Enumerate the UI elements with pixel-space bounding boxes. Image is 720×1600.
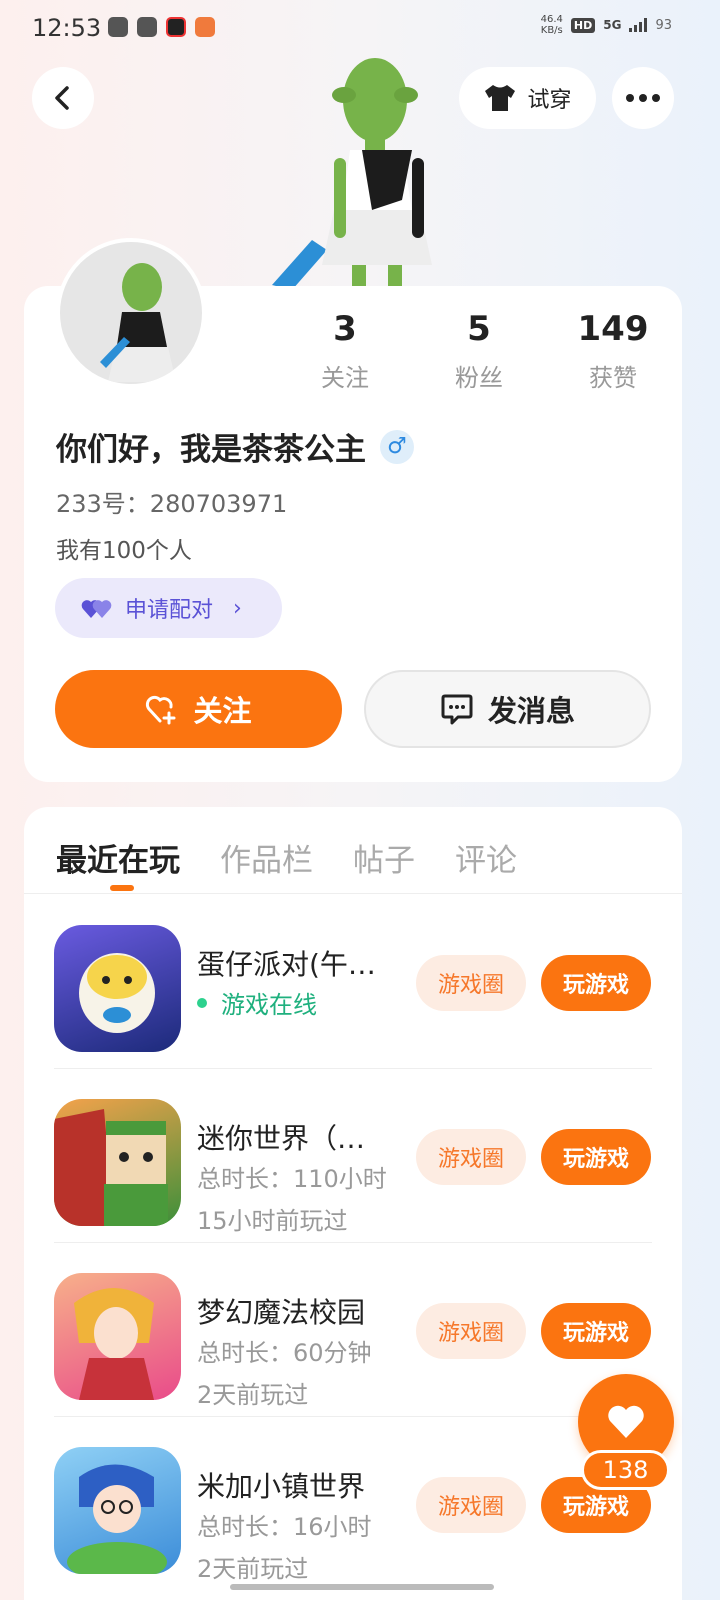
chat-bubble-icon [441,694,473,725]
game-icon-miga-town [54,1447,181,1574]
more-dots-icon [626,94,660,102]
send-message-label: 发消息 [487,694,575,728]
status-bar: 12:53 46.4 KB/s HD 5G 93 [0,0,720,56]
nickname-row: 你们好，我是茶茶公主 ♂ [56,424,414,469]
request-pair-label: 申请配对 [125,598,214,623]
like-count-badge: 138 [581,1450,670,1490]
chevron-right-icon: › [233,595,242,621]
double-heart-icon [81,600,112,618]
male-gender-icon: ♂ [380,429,414,464]
content-card: 最近在玩 作品栏 帖子 评论 蛋仔派对(午… 游戏在线 游戏圈 玩游戏 迷你世界… [24,807,682,1600]
send-message-button[interactable]: 发消息 [364,670,651,748]
more-button[interactable] [612,67,674,129]
tab-posts[interactable]: 帖子 [353,835,415,880]
tab-works[interactable]: 作品栏 [220,835,313,880]
game-playtime: 总时长：110小时 [197,1165,387,1193]
stat-following[interactable]: 3 关注 [278,312,412,393]
try-on-button[interactable]: 试穿 [459,67,596,129]
request-pair-button[interactable]: 申请配对 › [55,578,282,638]
avatar[interactable] [56,238,206,388]
game-circle-button[interactable]: 游戏圈 [416,1129,526,1185]
try-on-label: 试穿 [527,88,572,113]
follow-button[interactable]: 关注 [55,670,342,748]
online-dot-icon [197,997,207,1008]
shirt-icon [485,85,516,111]
nickname: 你们好，我是茶茶公主 [56,432,366,468]
game-last-played: 2天前玩过 [197,1555,309,1583]
game-circle-button[interactable]: 游戏圈 [416,955,526,1011]
status-right: 46.4 KB/s HD 5G 93 [541,14,672,36]
game-list-item[interactable]: 梦幻魔法校园 总时长：60分钟 2天前玩过 游戏圈 玩游戏 [24,1243,682,1417]
game-app-icon [195,17,215,37]
game-circle-button[interactable]: 游戏圈 [416,1303,526,1359]
tab-indicator [110,885,134,891]
play-game-button[interactable]: 玩游戏 [541,955,651,1011]
game-circle-button[interactable]: 游戏圈 [416,1477,526,1533]
game-icon-magic-school [54,1273,181,1400]
game-playtime: 总时长：60分钟 [197,1339,372,1367]
tab-comments[interactable]: 评论 [455,835,517,880]
game-name: 梦幻魔法校园 [197,1296,366,1329]
game-last-played: 2天前玩过 [197,1381,309,1409]
heart-plus-icon [146,695,176,725]
status-time: 12:53 [32,14,102,42]
play-game-button[interactable]: 玩游戏 [541,1129,651,1185]
game-icon-mini-world [54,1099,181,1226]
divider [24,893,682,894]
play-game-button[interactable]: 玩游戏 [541,1303,651,1359]
stat-likes[interactable]: 149 获赞 [546,312,680,393]
avatar-image [100,263,176,382]
stat-fans[interactable]: 5 粉丝 [412,312,546,393]
back-button[interactable] [32,67,94,129]
tab-recently-played[interactable]: 最近在玩 [56,835,180,880]
game-last-played: 15小时前玩过 [197,1207,348,1235]
game-list-item[interactable]: 蛋仔派对(午… 游戏在线 游戏圈 玩游戏 [24,895,682,1069]
game-icon-eggy-party [54,925,181,1052]
user-id: 233号：280703971 [56,490,288,518]
heart-icon [608,1405,644,1438]
net-speed: 46.4 KB/s [540,14,563,36]
home-indicator[interactable] [230,1584,494,1590]
video-app-icon [166,17,186,37]
follow-label: 关注 [193,694,252,728]
signal-icon [629,18,648,32]
bio: 我有100个人 [56,538,192,564]
profile-stats: 3 关注 5 粉丝 149 获赞 [300,312,680,393]
game-name: 迷你世界（… [197,1122,366,1155]
link-app-icon [137,17,157,37]
network-type: 5G [603,18,622,32]
mail-app-icon [108,17,128,37]
game-online-status: 游戏在线 [197,985,317,1020]
hd-badge: HD [570,17,596,33]
battery-level: 93 [655,17,672,33]
game-playtime: 总时长：16小时 [197,1513,372,1541]
tab-bar: 最近在玩 作品栏 帖子 评论 [56,835,517,880]
chevron-left-icon [55,86,69,110]
game-name: 米加小镇世界 [197,1470,366,1503]
avatar-figure-image [272,58,432,290]
notification-icons [108,17,215,37]
game-name: 蛋仔派对(午… [197,948,376,981]
game-list-item[interactable]: 迷你世界（… 总时长：110小时 15小时前玩过 游戏圈 玩游戏 [24,1069,682,1243]
